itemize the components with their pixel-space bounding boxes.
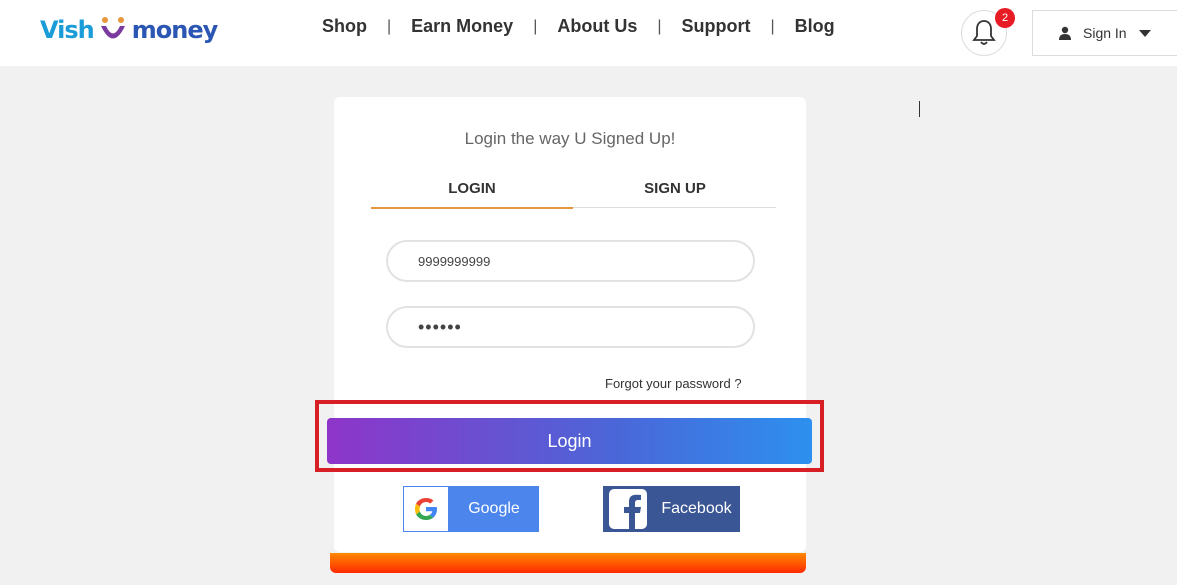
google-login-button[interactable]: Google [403, 486, 539, 532]
facebook-icon [609, 489, 647, 529]
nav-support[interactable]: Support [682, 16, 751, 37]
text-cursor [919, 101, 920, 117]
facebook-logo-box [603, 486, 653, 532]
nav-earn-money[interactable]: Earn Money [411, 16, 513, 37]
nav-separator: | [770, 17, 775, 35]
nav-about-us[interactable]: About Us [557, 16, 637, 37]
logo-text-money: money [131, 16, 219, 44]
password-input[interactable]: •••••• [386, 306, 755, 348]
nav-separator: | [533, 17, 538, 35]
google-logo-box [404, 487, 448, 531]
vishmoney-logo[interactable]: Vish money [40, 10, 219, 50]
forgot-password-link[interactable]: Forgot your password ? [605, 376, 742, 391]
main-nav: Shop | Earn Money | About Us | Support |… [322, 16, 835, 37]
smile-logo-icon [100, 17, 125, 39]
login-card: Login the way U Signed Up! LOGIN SIGN UP… [327, 97, 812, 552]
google-label: Google [468, 500, 520, 517]
logo-text-vish: Vish [40, 16, 95, 44]
bell-icon [972, 20, 996, 45]
nav-separator: | [387, 17, 392, 35]
tab-signup[interactable]: SIGN UP [574, 177, 776, 207]
tab-login[interactable]: LOGIN [371, 177, 573, 209]
nav-shop[interactable]: Shop [322, 16, 367, 37]
auth-tabs: LOGIN SIGN UP [371, 177, 776, 209]
login-subtitle: Login the way U Signed Up! [464, 129, 676, 148]
nav-separator: | [657, 17, 662, 35]
login-button-highlight [315, 400, 824, 472]
google-icon [415, 498, 437, 520]
user-icon [1059, 26, 1071, 40]
facebook-label: Facebook [661, 500, 732, 517]
card-bottom-bar [330, 553, 806, 573]
signin-dropdown[interactable]: Sign In [1032, 10, 1177, 56]
nav-blog[interactable]: Blog [795, 16, 835, 37]
notification-badge: 2 [995, 8, 1015, 28]
caret-down-icon [1138, 29, 1151, 37]
phone-input[interactable]: 9999999999 [386, 240, 755, 282]
site-header: Vish money Shop | Earn Money | About Us … [0, 0, 1177, 66]
signin-label: Sign In [1083, 25, 1127, 41]
facebook-login-button[interactable]: Facebook [603, 486, 740, 532]
